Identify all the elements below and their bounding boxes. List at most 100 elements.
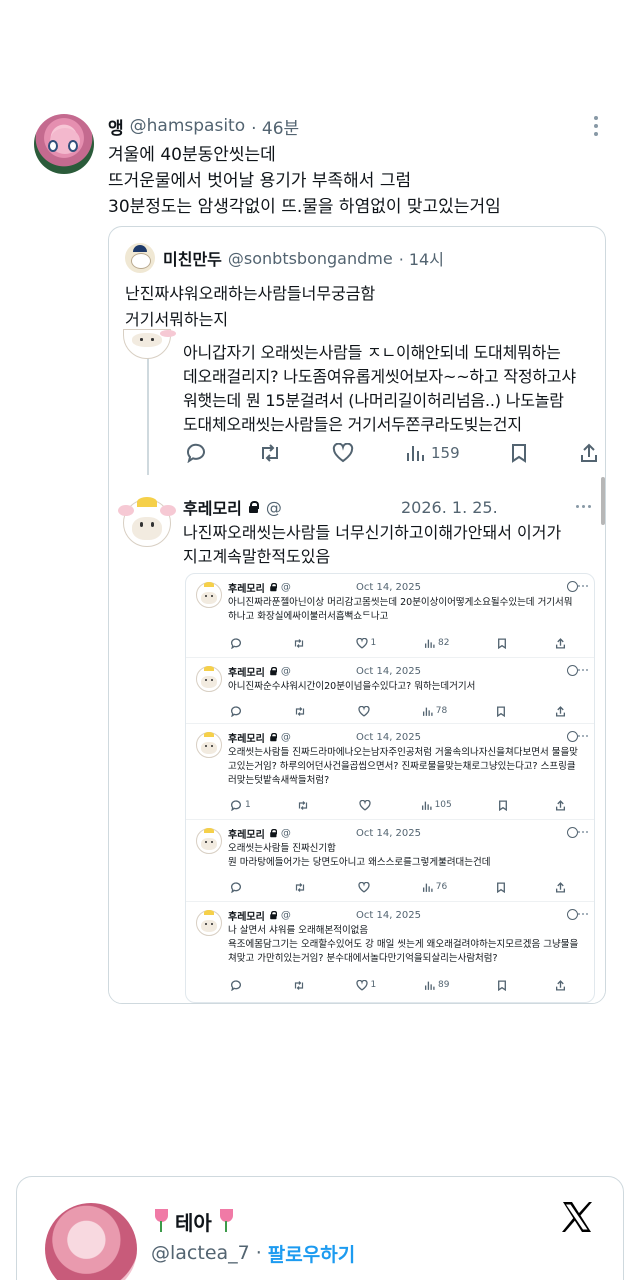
views-icon — [424, 981, 435, 990]
tweet-time[interactable]: · 46분 — [251, 114, 299, 139]
more-options-icon[interactable] — [594, 116, 600, 136]
view-count: 78 — [435, 706, 448, 716]
reply-icon — [230, 799, 242, 811]
embedded-text: 나 살면서 샤워를 오래해본적이없음 욕조에몸담그기는 오래할수있어도 강 매일… — [228, 925, 579, 964]
reply-icon — [230, 637, 242, 649]
bookmark-icon — [498, 637, 507, 649]
like-icon — [358, 881, 370, 893]
x-logo-icon[interactable] — [559, 1199, 595, 1235]
grok-icon — [567, 581, 578, 592]
reply-count: 1 — [245, 800, 251, 810]
quoted-tweet[interactable]: 미친만두 @sonbtsbongandme · 14시 난진짜샤워오래하는사람들… — [108, 226, 606, 1004]
views-icon — [424, 639, 435, 648]
avatar-eye — [48, 140, 58, 152]
embedded-author-handle: @ — [280, 665, 291, 677]
embedded-tweet: 후레모리 @ Oct 14, 2025 아니진짜라푼젤아닌이상 머리감고몸씻는데… — [186, 574, 594, 658]
card-name: 테아 — [175, 1210, 212, 1235]
repost-icon — [299, 800, 308, 810]
like-icon — [358, 705, 370, 717]
embedded-author-name: 후레모리 — [228, 583, 265, 595]
embedded-actions: 78 — [230, 704, 566, 718]
card-separator: · — [255, 1242, 262, 1264]
views-icon — [422, 707, 433, 716]
upper-likes-count: 159 — [431, 444, 460, 462]
tweet-header: 앵 @hamspasito · 46분 — [108, 112, 299, 140]
repost-icon — [295, 882, 305, 892]
embedded-author-name: 후레모리 — [228, 733, 265, 745]
card-avatar[interactable] — [45, 1203, 137, 1280]
embedded-author-handle: @ — [280, 909, 291, 921]
repost-icon — [294, 638, 303, 648]
embedded-date: Oct 14, 2025 — [356, 909, 421, 921]
reply-date: 2026. 1. 25. — [401, 497, 498, 517]
embedded-actions: 1 89 — [230, 978, 566, 992]
grok-icon — [567, 827, 578, 838]
grok-icon — [567, 909, 578, 920]
share-icon — [555, 705, 565, 717]
reply-icon — [230, 881, 242, 893]
embedded-tweet: 후레모리 @ Oct 14, 2025 오래씻는사람들 진짜신기함 뭔 마라탕에… — [186, 820, 594, 902]
like-count: 1 — [370, 980, 377, 990]
reply-icon — [230, 979, 242, 991]
share-icon — [555, 881, 565, 893]
bookmark-icon — [498, 979, 507, 991]
repost-icon — [258, 443, 282, 463]
reply-more-icon — [576, 505, 591, 508]
author-name[interactable]: 앵 — [108, 114, 124, 139]
embedded-date: Oct 14, 2025 — [356, 665, 421, 677]
quoted-tweet-text: 난진짜샤워오래하는사람들너무궁금함 거기서뭐하는지 — [125, 284, 376, 329]
view-count: 89 — [437, 980, 450, 990]
grok-icon — [567, 665, 578, 676]
embedded-actions: 1 82 — [230, 636, 566, 650]
reply-text: 나진짜오래씻는사람들 너무신기하고이해가안돼서 이거가 지고계속말한적도있음 — [183, 523, 562, 566]
embedded-avatar — [196, 909, 222, 936]
card-name-row: 테아 — [151, 1205, 236, 1237]
view-count: 76 — [435, 882, 448, 892]
like-count: 1 — [370, 638, 377, 648]
quoted-tweet-time: · 14시 — [398, 250, 444, 269]
views-icon — [407, 446, 425, 461]
screenshot-upper-text: 아니갑자기 오래씻는사람들 ㅈㄴ이해안되네 도대체뭐하는 데오래걸리지? 나도좀… — [183, 343, 576, 434]
grok-icon — [567, 731, 578, 742]
embedded-tweet: 후레모리 @ Oct 14, 2025 나 살면서 샤워를 오래해본적이없음 욕… — [186, 902, 594, 1002]
embedded-author-name: 후레모리 — [228, 667, 265, 679]
embedded-tweet: 후레모리 @ Oct 14, 2025 아니진짜순수샤워시간이20분이넘을수있다… — [186, 658, 594, 724]
embedded-author-handle: @ — [280, 731, 291, 743]
embedded-actions: 1 105 — [230, 798, 566, 812]
like-icon — [332, 443, 354, 463]
embedded-author-handle: @ — [280, 827, 291, 839]
author-handle[interactable]: @hamspasito — [130, 116, 245, 136]
author-avatar[interactable] — [34, 114, 94, 174]
embedded-avatar — [196, 827, 222, 854]
tulip-icon — [216, 1209, 236, 1233]
embedded-tweet-list: 후레모리 @ Oct 14, 2025 아니진짜라푼젤아닌이상 머리감고몸씻는데… — [185, 573, 595, 1003]
tulip-icon — [151, 1209, 171, 1233]
reply-header: 후레모리 @ 2026. 1. 25. — [183, 495, 603, 519]
reply-author-name: 후레모리 — [183, 499, 242, 518]
embedded-author-handle: @ — [280, 581, 291, 593]
more-icon — [578, 669, 588, 671]
screenshot-scrollbar — [601, 477, 605, 525]
reply-sheep-avatar — [118, 497, 176, 547]
share-icon — [555, 979, 565, 991]
embedded-text: 오래씻는사람들 진짜드라마에나오는남자주인공처럼 거울속의나자신을쳐다보면서 물… — [228, 747, 578, 786]
embedded-avatar — [196, 731, 222, 758]
like-icon — [355, 637, 368, 649]
more-icon — [578, 735, 588, 737]
follow-button[interactable]: 팔로우하기 — [268, 1240, 355, 1267]
view-count: 82 — [437, 638, 450, 648]
quoted-author-handle: @sonbtsbongandme — [227, 248, 393, 268]
views-icon — [422, 883, 433, 892]
author-card[interactable]: 테아 @lactea_7 · 팔로우하기 — [16, 1176, 624, 1280]
embedded-date: Oct 14, 2025 — [356, 731, 421, 743]
share-icon — [555, 799, 565, 811]
screenshot-action-bar: 159 — [185, 441, 599, 465]
bookmark-icon — [497, 705, 506, 717]
more-icon — [578, 913, 588, 915]
reply-icon — [230, 705, 242, 717]
card-handle: @lactea_7 — [151, 1242, 250, 1264]
embedded-text: 아니진짜라푼젤아닌이상 머리감고몸씻는데 20분이상이어떻게소요될수있는데 거기… — [228, 597, 573, 622]
quoted-author-name: 미친만두 — [163, 250, 222, 269]
attached-screenshot[interactable]: 아니갑자기 오래씻는사람들 ㅈㄴ이해안되네 도대체뭐하는 데오래걸리지? 나도좀… — [109, 329, 605, 1003]
views-icon — [421, 801, 432, 810]
